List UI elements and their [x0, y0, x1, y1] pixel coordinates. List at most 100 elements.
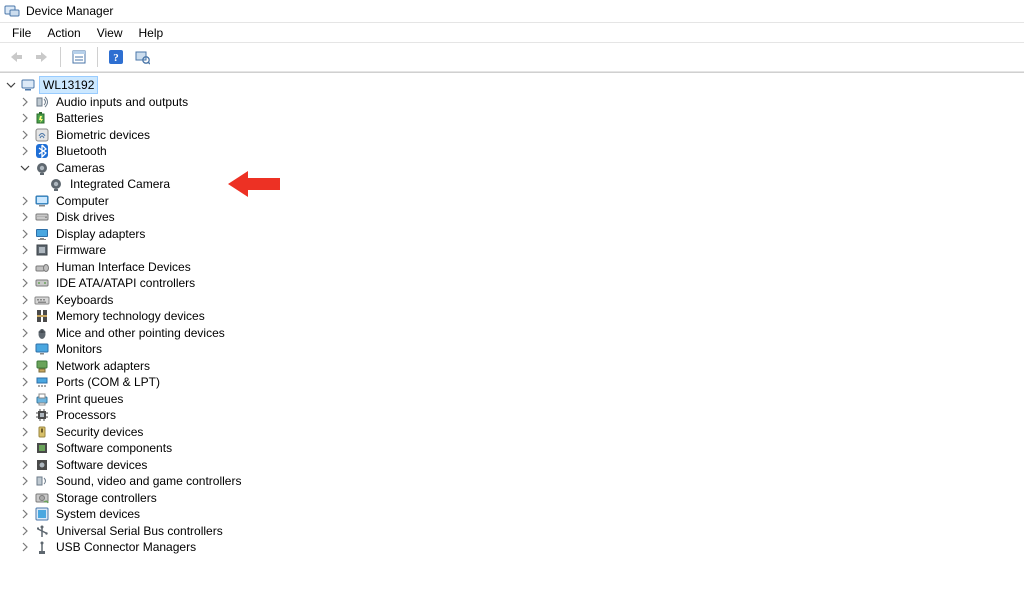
- chevron-right-icon[interactable]: [18, 359, 32, 373]
- tree-category-label[interactable]: Universal Serial Bus controllers: [54, 523, 225, 539]
- chevron-down-icon[interactable]: [18, 161, 32, 175]
- battery-icon: [34, 110, 50, 126]
- tree-category-label[interactable]: Keyboards: [54, 292, 115, 308]
- chevron-right-icon[interactable]: [18, 507, 32, 521]
- chevron-right-icon[interactable]: [18, 194, 32, 208]
- app-icon: [4, 3, 20, 19]
- tree-category-row[interactable]: Monitors: [4, 341, 1024, 358]
- window-title: Device Manager: [26, 4, 113, 18]
- tree-category-label[interactable]: Batteries: [54, 110, 105, 126]
- help-button[interactable]: ?: [104, 45, 128, 69]
- tree-category-row[interactable]: Display adapters: [4, 226, 1024, 243]
- tree-category-label[interactable]: Bluetooth: [54, 143, 109, 159]
- tree-root-label[interactable]: WL13192: [39, 76, 98, 94]
- tree-category-label[interactable]: Software components: [54, 440, 174, 456]
- tree-category-label[interactable]: Software devices: [54, 457, 149, 473]
- tree-category-label[interactable]: Sound, video and game controllers: [54, 473, 243, 489]
- camera-icon: [34, 160, 50, 176]
- tree-category-row[interactable]: Human Interface Devices: [4, 259, 1024, 276]
- chevron-right-icon[interactable]: [18, 342, 32, 356]
- chevron-right-icon[interactable]: [18, 111, 32, 125]
- tree-category-label[interactable]: Processors: [54, 407, 118, 423]
- tree-root-row[interactable]: WL13192: [4, 77, 1024, 94]
- scan-hardware-button[interactable]: [130, 45, 154, 69]
- tree-category-row[interactable]: Sound, video and game controllers: [4, 473, 1024, 490]
- tree-category-label[interactable]: USB Connector Managers: [54, 539, 198, 555]
- menu-view[interactable]: View: [89, 25, 131, 41]
- chevron-right-icon[interactable]: [18, 524, 32, 538]
- tree-category-label[interactable]: Network adapters: [54, 358, 152, 374]
- back-button[interactable]: [4, 45, 28, 69]
- tree-category-row[interactable]: Batteries: [4, 110, 1024, 127]
- tree-category-label[interactable]: IDE ATA/ATAPI controllers: [54, 275, 197, 291]
- tree-category-label[interactable]: Mice and other pointing devices: [54, 325, 227, 341]
- tree-category-label[interactable]: Ports (COM & LPT): [54, 374, 162, 390]
- chevron-right-icon[interactable]: [18, 408, 32, 422]
- chevron-right-icon[interactable]: [18, 144, 32, 158]
- tree-category-row[interactable]: Biometric devices: [4, 127, 1024, 144]
- device-tree[interactable]: WL13192 Audio inputs and outputsBatterie…: [0, 75, 1024, 558]
- tree-category-row[interactable]: Storage controllers: [4, 490, 1024, 507]
- chevron-right-icon[interactable]: [18, 375, 32, 389]
- tree-category-label[interactable]: Display adapters: [54, 226, 147, 242]
- chevron-down-icon[interactable]: [4, 78, 18, 92]
- tree-category-label[interactable]: Audio inputs and outputs: [54, 94, 190, 110]
- tree-device-label[interactable]: Integrated Camera: [68, 176, 172, 192]
- menu-file[interactable]: File: [4, 25, 39, 41]
- tree-category-label[interactable]: Memory technology devices: [54, 308, 207, 324]
- chevron-right-icon[interactable]: [18, 309, 32, 323]
- chevron-right-icon[interactable]: [18, 227, 32, 241]
- chevron-right-icon[interactable]: [18, 540, 32, 554]
- tree-category-row[interactable]: Universal Serial Bus controllers: [4, 523, 1024, 540]
- tree-category-row[interactable]: Keyboards: [4, 292, 1024, 309]
- chevron-right-icon[interactable]: [18, 128, 32, 142]
- tree-category-row[interactable]: Software devices: [4, 457, 1024, 474]
- tree-category-row[interactable]: USB Connector Managers: [4, 539, 1024, 556]
- menu-help[interactable]: Help: [131, 25, 172, 41]
- tree-category-row[interactable]: Print queues: [4, 391, 1024, 408]
- chevron-right-icon[interactable]: [18, 474, 32, 488]
- forward-button[interactable]: [30, 45, 54, 69]
- chevron-right-icon[interactable]: [18, 458, 32, 472]
- chevron-right-icon[interactable]: [18, 491, 32, 505]
- tree-category-label[interactable]: Human Interface Devices: [54, 259, 193, 275]
- chevron-right-icon[interactable]: [18, 425, 32, 439]
- chevron-right-icon[interactable]: [18, 95, 32, 109]
- menu-action[interactable]: Action: [39, 25, 88, 41]
- chevron-right-icon[interactable]: [18, 210, 32, 224]
- tree-category-label[interactable]: Disk drives: [54, 209, 117, 225]
- tree-category-row[interactable]: Security devices: [4, 424, 1024, 441]
- tree-device-row[interactable]: Integrated Camera: [4, 176, 1024, 193]
- tree-category-row[interactable]: Bluetooth: [4, 143, 1024, 160]
- tree-category-row[interactable]: IDE ATA/ATAPI controllers: [4, 275, 1024, 292]
- tree-category-label[interactable]: System devices: [54, 506, 142, 522]
- properties-button[interactable]: [67, 45, 91, 69]
- chevron-right-icon[interactable]: [18, 441, 32, 455]
- chevron-right-icon[interactable]: [18, 260, 32, 274]
- chevron-right-icon[interactable]: [18, 243, 32, 257]
- chevron-right-icon[interactable]: [18, 392, 32, 406]
- tree-category-row[interactable]: Computer: [4, 193, 1024, 210]
- tree-category-label[interactable]: Biometric devices: [54, 127, 152, 143]
- tree-category-row[interactable]: System devices: [4, 506, 1024, 523]
- tree-category-row[interactable]: Mice and other pointing devices: [4, 325, 1024, 342]
- tree-category-row[interactable]: Memory technology devices: [4, 308, 1024, 325]
- tree-category-row[interactable]: Software components: [4, 440, 1024, 457]
- chevron-right-icon[interactable]: [18, 293, 32, 307]
- tree-category-row[interactable]: Firmware: [4, 242, 1024, 259]
- tree-category-label[interactable]: Storage controllers: [54, 490, 159, 506]
- chevron-right-icon[interactable]: [18, 326, 32, 340]
- tree-category-label[interactable]: Computer: [54, 193, 111, 209]
- tree-category-row[interactable]: Network adapters: [4, 358, 1024, 375]
- chevron-right-icon[interactable]: [18, 276, 32, 290]
- tree-category-label[interactable]: Firmware: [54, 242, 108, 258]
- tree-category-label[interactable]: Security devices: [54, 424, 145, 440]
- tree-category-label[interactable]: Cameras: [54, 160, 107, 176]
- tree-category-label[interactable]: Print queues: [54, 391, 125, 407]
- tree-category-row[interactable]: Audio inputs and outputs: [4, 94, 1024, 111]
- tree-category-row[interactable]: Processors: [4, 407, 1024, 424]
- tree-category-row[interactable]: Cameras: [4, 160, 1024, 177]
- tree-category-row[interactable]: Ports (COM & LPT): [4, 374, 1024, 391]
- tree-category-row[interactable]: Disk drives: [4, 209, 1024, 226]
- tree-category-label[interactable]: Monitors: [54, 341, 104, 357]
